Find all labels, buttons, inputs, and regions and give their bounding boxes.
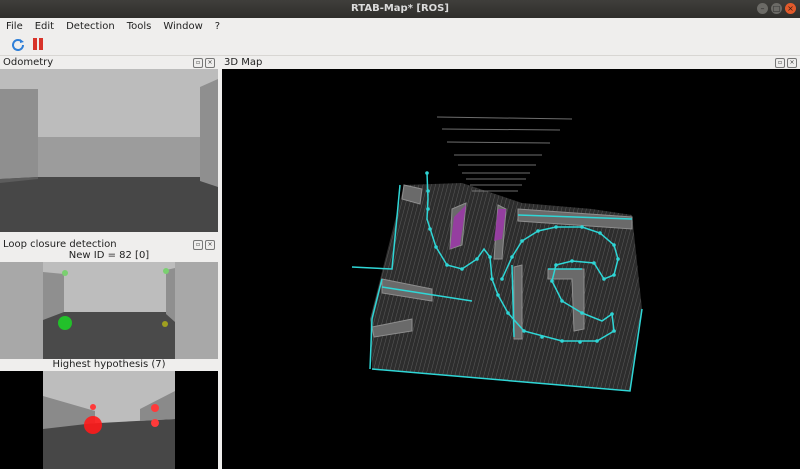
menu-detection[interactable]: Detection — [60, 21, 121, 32]
window-controls: – □ × — [757, 3, 796, 14]
new-id-label: New ID = 82 [0] — [0, 250, 218, 262]
pause-icon[interactable] — [31, 37, 45, 51]
menu-file[interactable]: File — [0, 21, 29, 32]
menu-bar: File Edit Detection Tools Window ? — [0, 18, 800, 34]
float-icon[interactable]: ▫ — [193, 240, 203, 250]
refresh-icon[interactable] — [11, 37, 25, 51]
menu-window[interactable]: Window — [157, 21, 208, 32]
title-bar: RTAB-Map* [ROS] – □ × — [0, 0, 800, 18]
close-dock-icon[interactable]: × — [205, 58, 215, 68]
odometry-panel-title: Odometry ▫ × — [0, 56, 218, 69]
map3d-panel-title: 3D Map ▫ × — [222, 56, 800, 69]
minimize-icon[interactable]: – — [757, 3, 768, 14]
hypothesis-label: Highest hypothesis (7) — [0, 359, 218, 371]
odometry-view — [0, 69, 218, 232]
hypothesis-image-view — [0, 371, 218, 469]
toolbar — [0, 34, 800, 56]
float-icon[interactable]: ▫ — [775, 58, 785, 68]
menu-tools[interactable]: Tools — [121, 21, 158, 32]
new-image-view — [0, 262, 218, 359]
float-icon[interactable]: ▫ — [193, 58, 203, 68]
map3d-view[interactable] — [222, 69, 800, 469]
close-dock-icon[interactable]: × — [205, 240, 215, 250]
menu-help[interactable]: ? — [209, 21, 226, 32]
window-title: RTAB-Map* [ROS] — [351, 3, 449, 14]
feature-green — [58, 316, 72, 330]
close-icon[interactable]: × — [785, 3, 796, 14]
close-dock-icon[interactable]: × — [787, 58, 797, 68]
maximize-icon[interactable]: □ — [771, 3, 782, 14]
menu-edit[interactable]: Edit — [29, 21, 60, 32]
